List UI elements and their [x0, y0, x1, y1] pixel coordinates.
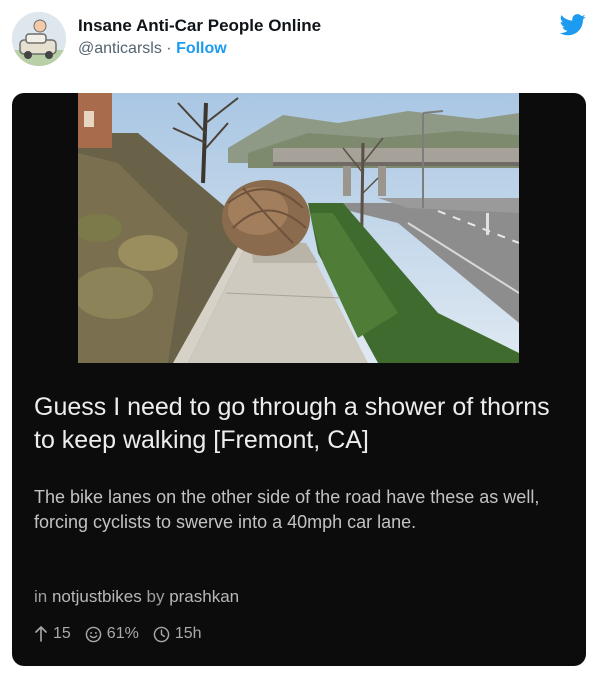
arrow-up-icon — [35, 626, 47, 642]
upvote-count: 15 — [53, 625, 71, 642]
display-name[interactable]: Insane Anti-Car People Online — [78, 16, 321, 36]
post-meta: in notjustbikes by prashkan — [34, 587, 239, 607]
handle[interactable]: @anticarsls — [78, 40, 162, 57]
post-stats: 15 61% 15h — [34, 625, 216, 643]
age-stat: 15h — [153, 625, 202, 643]
by-label: by — [146, 587, 165, 606]
in-label: in — [34, 587, 48, 606]
subreddit-link[interactable]: notjustbikes — [52, 587, 142, 606]
avatar[interactable] — [12, 12, 66, 66]
post-photo — [78, 93, 519, 363]
upvote-ratio: 61% — [106, 625, 139, 642]
separator: · — [166, 40, 172, 57]
clock-icon — [153, 626, 170, 642]
author-link[interactable]: prashkan — [169, 587, 239, 606]
smiley-icon — [85, 626, 102, 642]
tweet-header: Insane Anti-Car People Online @anticarsl… — [0, 0, 600, 80]
handle-row: @anticarsls · Follow — [78, 40, 227, 58]
post-title[interactable]: Guess I need to go through a shower of t… — [34, 391, 564, 457]
post-body: The bike lanes on the other side of the … — [34, 487, 540, 532]
twitter-bird-icon[interactable] — [560, 14, 586, 36]
reddit-post-card[interactable]: Guess I need to go through a shower of t… — [12, 93, 586, 666]
follow-button[interactable]: Follow — [176, 40, 227, 57]
post-age: 15h — [174, 625, 202, 642]
upvote-stat[interactable]: 15 — [34, 625, 71, 643]
ratio-stat: 61% — [85, 625, 139, 643]
